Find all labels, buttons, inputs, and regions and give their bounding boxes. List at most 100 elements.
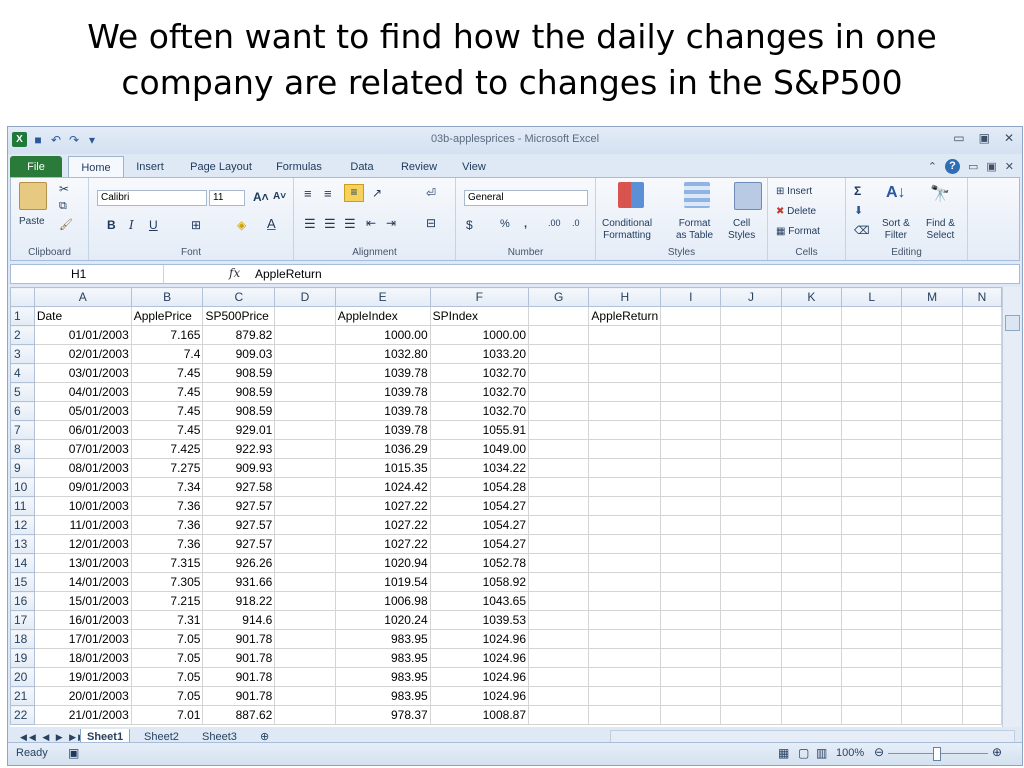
cell-l20[interactable] (841, 667, 903, 687)
cell-e5[interactable]: 1039.78 (334, 382, 431, 402)
column-header-j[interactable]: J (720, 287, 782, 307)
cell-l1[interactable] (841, 306, 903, 326)
cell-d18[interactable] (274, 629, 336, 649)
cell-f15[interactable]: 1058.92 (429, 572, 530, 592)
cell-i14[interactable] (660, 553, 722, 573)
cell-n14[interactable] (961, 553, 1002, 573)
row-header[interactable]: 16 (10, 591, 35, 611)
zoom-level[interactable]: 100% (836, 747, 864, 759)
normal-view-icon[interactable]: ▦ (778, 746, 789, 760)
row-header[interactable]: 5 (10, 382, 35, 402)
cell-h20[interactable] (588, 667, 662, 687)
cell-i13[interactable] (660, 534, 722, 554)
number-format-select[interactable]: General (464, 190, 588, 206)
select-all-corner[interactable] (10, 287, 35, 307)
cell-h13[interactable] (588, 534, 662, 554)
row-header[interactable]: 11 (10, 496, 35, 516)
align-left-icon[interactable]: ☰ (304, 216, 316, 232)
cell-f11[interactable]: 1054.27 (429, 496, 530, 516)
cell-g15[interactable] (528, 572, 590, 592)
cell-m10[interactable] (901, 477, 963, 497)
cell-k12[interactable] (780, 515, 843, 535)
cell-k3[interactable] (780, 344, 843, 364)
cell-h15[interactable] (588, 572, 662, 592)
cell-c14[interactable]: 926.26 (202, 553, 276, 573)
cell-g14[interactable] (528, 553, 590, 573)
cell-i21[interactable] (660, 686, 722, 706)
cell-h7[interactable] (588, 420, 662, 440)
percent-icon[interactable]: % (500, 218, 510, 230)
conditional-formatting-button[interactable]: Conditional Formatting (602, 218, 652, 242)
cell-d1[interactable] (274, 306, 336, 326)
cell-d11[interactable] (274, 496, 336, 516)
row-header[interactable]: 20 (10, 667, 35, 687)
column-header-k[interactable]: K (780, 287, 843, 307)
cell-e2[interactable]: 1000.00 (334, 325, 431, 345)
cell-g10[interactable] (528, 477, 590, 497)
close-icon[interactable]: ✕ (1004, 131, 1014, 145)
row-header[interactable]: 15 (10, 572, 35, 592)
cell-h4[interactable] (588, 363, 662, 383)
cell-m2[interactable] (901, 325, 963, 345)
cell-g16[interactable] (528, 591, 590, 611)
cell-f3[interactable]: 1033.20 (429, 344, 530, 364)
row-header[interactable]: 3 (10, 344, 35, 364)
column-header-e[interactable]: E (334, 287, 431, 307)
cell-d13[interactable] (274, 534, 336, 554)
cell-g20[interactable] (528, 667, 590, 687)
minimize-ribbon-icon[interactable]: ⌃ (928, 160, 937, 173)
sort-filter-button[interactable]: Sort & Filter (882, 218, 910, 242)
cell-styles-icon[interactable] (734, 182, 762, 210)
cell-k7[interactable] (780, 420, 843, 440)
cell-l2[interactable] (841, 325, 903, 345)
cell-d9[interactable] (274, 458, 336, 478)
column-header-b[interactable]: B (130, 287, 204, 307)
cell-b3[interactable]: 7.4 (130, 344, 204, 364)
cell-a14[interactable]: 13/01/2003 (33, 553, 132, 573)
cell-l6[interactable] (841, 401, 903, 421)
cell-i9[interactable] (660, 458, 722, 478)
cell-styles-button[interactable]: Cell Styles (728, 218, 755, 242)
zoom-in-icon[interactable]: ⊕ (992, 745, 1002, 759)
cell-j15[interactable] (720, 572, 782, 592)
cell-e8[interactable]: 1036.29 (334, 439, 431, 459)
cell-m15[interactable] (901, 572, 963, 592)
sort-filter-icon[interactable]: A↓ (886, 184, 906, 202)
cell-i1[interactable] (660, 306, 722, 326)
cell-a8[interactable]: 07/01/2003 (33, 439, 132, 459)
cell-l8[interactable] (841, 439, 903, 459)
cell-e7[interactable]: 1039.78 (334, 420, 431, 440)
cell-f2[interactable]: 1000.00 (429, 325, 530, 345)
cell-g19[interactable] (528, 648, 590, 668)
column-header-d[interactable]: D (274, 287, 336, 307)
tab-page-layout[interactable]: Page Layout (184, 156, 258, 178)
cell-e19[interactable]: 983.95 (334, 648, 431, 668)
conditional-formatting-icon[interactable] (618, 182, 644, 208)
font-name-select[interactable]: Calibri (97, 190, 207, 206)
format-as-table-icon[interactable] (684, 182, 710, 208)
row-header[interactable]: 6 (10, 401, 35, 421)
cell-f21[interactable]: 1024.96 (429, 686, 530, 706)
tab-insert[interactable]: Insert (128, 156, 172, 178)
cell-m4[interactable] (901, 363, 963, 383)
fill-color-icon[interactable]: ◈ (237, 218, 246, 232)
cell-d14[interactable] (274, 553, 336, 573)
cell-a21[interactable]: 20/01/2003 (33, 686, 132, 706)
cell-a15[interactable]: 14/01/2003 (33, 572, 132, 592)
cell-k4[interactable] (780, 363, 843, 383)
cell-l7[interactable] (841, 420, 903, 440)
cell-g11[interactable] (528, 496, 590, 516)
cell-j10[interactable] (720, 477, 782, 497)
cell-l16[interactable] (841, 591, 903, 611)
workbook-close-icon[interactable]: ✕ (1005, 160, 1014, 173)
cell-m16[interactable] (901, 591, 963, 611)
cell-h18[interactable] (588, 629, 662, 649)
cell-e22[interactable]: 978.37 (334, 705, 431, 725)
cell-e9[interactable]: 1015.35 (334, 458, 431, 478)
cell-b16[interactable]: 7.215 (130, 591, 204, 611)
cell-f18[interactable]: 1024.96 (429, 629, 530, 649)
cell-c21[interactable]: 901.78 (202, 686, 276, 706)
formula-input[interactable]: AppleReturn (255, 265, 322, 283)
cell-g5[interactable] (528, 382, 590, 402)
cell-g7[interactable] (528, 420, 590, 440)
